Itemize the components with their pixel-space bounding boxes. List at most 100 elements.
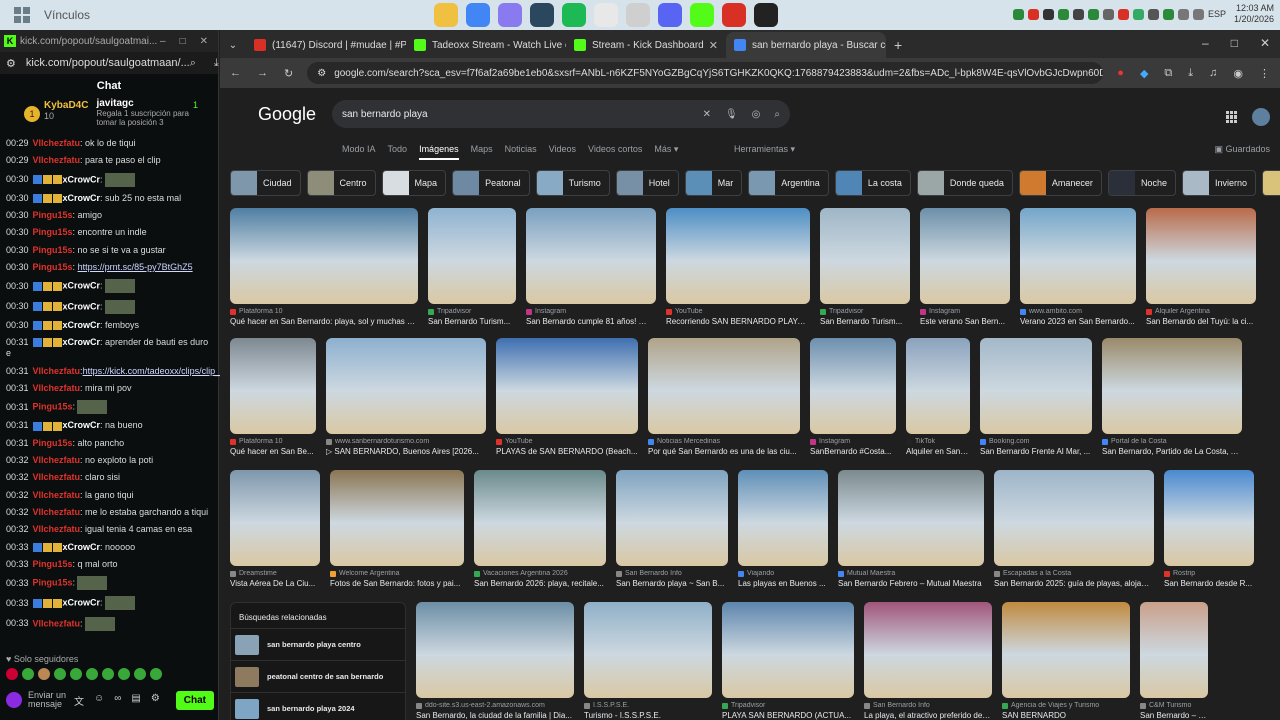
taskbar-app-icon[interactable] (690, 3, 714, 27)
refine-chip[interactable]: Hotel (615, 170, 679, 196)
lens-icon[interactable]: ◎ (752, 109, 761, 120)
chat-input[interactable]: Enviar un mensaje (28, 691, 68, 709)
search-nav-tab[interactable]: Videos (549, 144, 576, 160)
tray-icon[interactable] (1162, 8, 1174, 20)
image-source[interactable]: www.ambito.com (1020, 308, 1136, 315)
image-title[interactable]: San Bernardo Frente Al Mar, ... (980, 447, 1092, 456)
image-thumbnail[interactable] (526, 208, 656, 304)
image-result[interactable]: Agencia de Viajes y Turismo SAN BERNARDO (1002, 602, 1130, 720)
second-username[interactable]: javitagc (96, 98, 206, 109)
translate-icon[interactable]: 文 (74, 693, 84, 708)
image-source[interactable]: Tripadvisor (820, 308, 910, 315)
message-username[interactable]: xCrowCr (63, 174, 101, 184)
image-source[interactable]: Rostrip (1164, 570, 1254, 577)
image-result[interactable]: Viajando Las playas en Buenos ... (738, 470, 828, 588)
image-title[interactable]: San Bernardo Turism... (428, 317, 516, 326)
image-result[interactable]: Escapadas a la Costa San Bernardo 2025: g… (994, 470, 1154, 588)
menu-icon[interactable]: ⋮ (1259, 67, 1270, 80)
image-title[interactable]: San Bernardo playa ~ San B... (616, 579, 728, 588)
image-thumbnail[interactable] (864, 602, 992, 698)
reload-icon[interactable]: ↻ (284, 67, 293, 80)
image-result[interactable]: YouTube Recorriendo SAN BERNARDO PLAYA ..… (666, 208, 810, 326)
emote-icon[interactable] (54, 668, 66, 680)
image-thumbnail[interactable] (1140, 602, 1208, 698)
gift-icon[interactable]: ▤ (131, 693, 140, 708)
image-title[interactable]: PLAYAS de SAN BERNARDO (Beach... (496, 447, 638, 456)
minimize-icon[interactable]: – (1202, 36, 1209, 50)
tray-icon[interactable] (1117, 8, 1129, 20)
taskbar-app-icon[interactable] (594, 3, 618, 27)
tray-icon[interactable] (1087, 8, 1099, 20)
image-source[interactable]: Instagram (526, 308, 656, 315)
emote-icon[interactable] (118, 668, 130, 680)
image-source[interactable]: C&M Turismo (1140, 702, 1208, 709)
message-username[interactable]: Pingu15s (33, 438, 73, 448)
taskbar-app-icon[interactable] (530, 3, 554, 27)
image-thumbnail[interactable] (330, 470, 464, 566)
extension-icon[interactable]: ● (1117, 67, 1124, 80)
message-username[interactable]: Pingu15s (33, 578, 73, 588)
tray-icon[interactable] (1042, 8, 1054, 20)
image-thumbnail[interactable] (920, 208, 1010, 304)
refine-chip[interactable]: Ciudad (230, 170, 301, 196)
image-result[interactable]: Vacaciones Argentina 2026 San Bernardo 20… (474, 470, 606, 588)
related-search-item[interactable]: san bernardo playa centro (231, 628, 405, 660)
image-source[interactable]: Tripadvisor (428, 308, 516, 315)
image-thumbnail[interactable] (230, 470, 320, 566)
leader-username[interactable]: KybaD4C (44, 100, 88, 111)
message-username[interactable]: Pingu15s (33, 402, 73, 412)
google-apps-icon[interactable] (1226, 111, 1238, 123)
media-icon[interactable]: ♫ (1209, 67, 1217, 80)
image-thumbnail[interactable] (906, 338, 970, 434)
emote-icon[interactable] (6, 668, 18, 680)
message-link[interactable]: https://prnt.sc/85-py7BtGhZ5 (78, 262, 193, 272)
saved-button[interactable]: ▣ Guardados (1214, 144, 1270, 155)
image-source[interactable]: YouTube (666, 308, 810, 315)
close-icon[interactable]: ✕ (200, 36, 208, 47)
image-title[interactable]: San Bernardo Turism... (820, 317, 910, 326)
search-nav-tab[interactable]: Imágenes (419, 144, 459, 160)
image-source[interactable]: www.sanbernardoturismo.com (326, 438, 486, 445)
send-chat-button[interactable]: Chat (175, 690, 214, 710)
image-title[interactable]: ▷ SAN BERNARDO, Buenos Aires [2026... (326, 447, 486, 456)
search-input[interactable]: san bernardo playa (342, 109, 428, 120)
search-nav-tab[interactable]: Maps (471, 144, 493, 160)
image-thumbnail[interactable] (326, 338, 486, 434)
browser-tab[interactable]: (11647) Discord | #mudae | #Pe✕ (246, 32, 406, 58)
image-result[interactable]: Alquiler Argentina San Bernardo del Tuyú:… (1146, 208, 1256, 326)
image-source[interactable]: Instagram (920, 308, 1010, 315)
image-result[interactable]: www.ambito.com Verano 2023 en San Bernard… (1020, 208, 1136, 326)
image-title[interactable]: Qué hacer en San Be... (230, 447, 316, 456)
message-username[interactable]: xCrowCr (63, 598, 101, 608)
emoji-icon[interactable]: ☺ (94, 693, 104, 708)
message-username[interactable]: xCrowCr (63, 320, 101, 330)
download-icon[interactable]: ⤓ (214, 57, 219, 70)
image-thumbnail[interactable] (474, 470, 606, 566)
clear-icon[interactable]: ✕ (703, 109, 711, 120)
image-thumbnail[interactable] (1164, 470, 1254, 566)
search-icon[interactable]: ⌕ (190, 57, 196, 70)
image-title[interactable]: Turismo - I.S.S.P.S.E. (584, 711, 712, 720)
refine-chip[interactable]: Noche (1107, 170, 1176, 196)
search-nav-tab[interactable]: Videos cortos (588, 144, 642, 160)
search-icon[interactable]: ⌕ (774, 109, 780, 120)
message-username[interactable]: Vllchezfatu (33, 155, 81, 165)
refine-chip[interactable]: Amanecer (1018, 170, 1102, 196)
chat-url[interactable]: kick.com/popout/saulgoatmaan/... (26, 57, 190, 69)
image-thumbnail[interactable] (1020, 208, 1136, 304)
forward-icon[interactable]: → (257, 67, 268, 80)
extension-icon[interactable]: ◆ (1140, 67, 1148, 80)
clock[interactable]: 12:03 AM 1/20/2026 (1234, 3, 1274, 25)
image-title[interactable]: Qué hacer en San Bernardo: playa, sol y … (230, 317, 418, 326)
message-username[interactable]: Vllchezfatu (33, 618, 81, 628)
message-username[interactable]: Pingu15s (33, 245, 73, 255)
image-source[interactable]: Agencia de Viajes y Turismo (1002, 702, 1130, 709)
image-result[interactable]: Booking.com San Bernardo Frente Al Mar, .… (980, 338, 1092, 456)
image-result[interactable]: Instagram Este verano San Bern... (920, 208, 1010, 326)
emote-icon[interactable] (102, 668, 114, 680)
wifi-icon[interactable] (1177, 8, 1189, 20)
image-thumbnail[interactable] (648, 338, 800, 434)
image-thumbnail[interactable] (722, 602, 854, 698)
image-result[interactable]: Tripadvisor San Bernardo Turism... (820, 208, 910, 326)
site-info-icon[interactable]: ⚙ (317, 68, 326, 79)
